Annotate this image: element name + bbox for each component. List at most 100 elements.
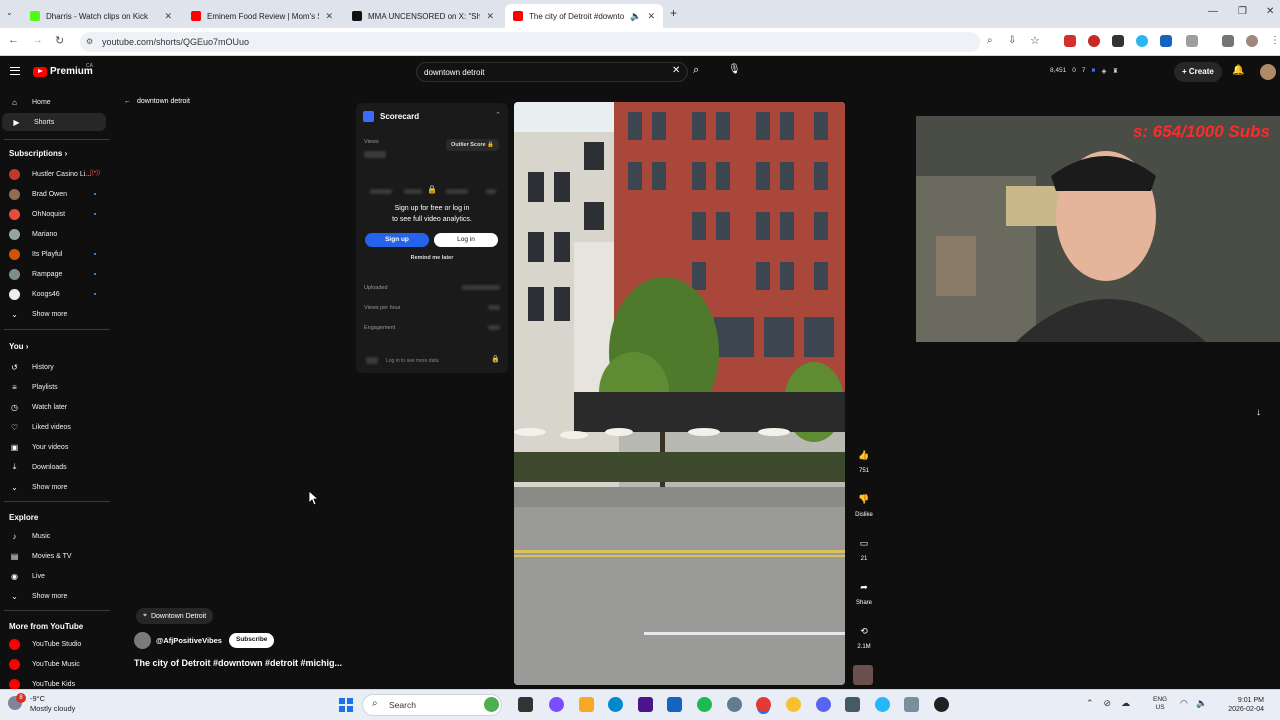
app-icon[interactable]	[667, 697, 682, 712]
extensions-puzzle-icon[interactable]	[1186, 35, 1198, 47]
minimize-button[interactable]: —	[1208, 6, 1218, 17]
remind-me-later-link[interactable]: Remind me later	[356, 255, 508, 261]
volume-icon[interactable]: 🔈	[1196, 698, 1207, 709]
sign-up-button[interactable]: Sign up	[365, 233, 429, 247]
zoom-icon[interactable]: ⌕	[987, 35, 993, 46]
extension-icon[interactable]	[1088, 35, 1100, 47]
extension-icon[interactable]	[1112, 35, 1124, 47]
new-tab-button[interactable]: +	[670, 6, 677, 20]
clear-search-icon[interactable]: ✕	[672, 65, 680, 76]
edge-browser-icon[interactable]	[608, 697, 623, 712]
sidebar-item-subscription[interactable]: Brad Owen	[0, 185, 106, 203]
youtube-premium-logo[interactable]: Premium CA	[33, 63, 93, 77]
next-video-arrow-icon[interactable]: ↓	[1256, 407, 1261, 418]
notifications-bell-icon[interactable]: 🔔	[1232, 65, 1244, 76]
clock[interactable]: 9:01 PM 2026-02-04	[1218, 696, 1264, 714]
tab-search-icon[interactable]: ⌄	[6, 8, 13, 17]
sidebar-item-youtube-music[interactable]: YouTube Music	[0, 655, 106, 673]
sidebar-item-subscription[interactable]: OhNoquist	[0, 205, 106, 223]
telegram-icon[interactable]	[875, 697, 890, 712]
channel-avatar[interactable]	[134, 632, 151, 649]
close-window-button[interactable]: ✕	[1266, 6, 1274, 17]
network-off-icon[interactable]: ⊘	[1104, 698, 1112, 709]
microphone-icon[interactable]: 🎙	[728, 64, 741, 75]
show-more-explore[interactable]: ⌄ Show more	[0, 587, 106, 605]
forward-button[interactable]: →	[32, 34, 43, 46]
calculator-icon[interactable]	[845, 697, 860, 712]
search-icon[interactable]: ⌕	[693, 64, 699, 77]
comments-button[interactable]: ▭ 21	[850, 534, 878, 562]
remix-button[interactable]: ⟲ 2.1M	[850, 622, 878, 650]
sidebar-item-home[interactable]: ⌂ Home	[0, 93, 106, 111]
outlier-score-badge[interactable]: Outlier Score 🔒	[446, 139, 499, 151]
back-to-search-link[interactable]: ← downtown detroit	[124, 98, 190, 105]
subscribe-button[interactable]: Subscribe	[229, 633, 275, 648]
profile-avatar-icon[interactable]	[1246, 35, 1258, 47]
tab-mute-icon[interactable]: 🔈	[630, 11, 641, 22]
taskbar-search-input[interactable]: Search	[362, 694, 502, 716]
address-bar[interactable]: youtube.com/shorts/QGEuo7mOUuo	[80, 32, 980, 52]
bookmark-star-icon[interactable]: ☆	[1030, 34, 1040, 47]
settings-gear-icon[interactable]	[727, 697, 742, 712]
sidebar-item-youtube-studio[interactable]: YouTube Studio	[0, 635, 106, 653]
sidebar-item-subscription[interactable]: Rampage	[0, 265, 106, 283]
sidebar-item-subscription[interactable]: Koogs46	[0, 285, 106, 303]
app-icon[interactable]	[638, 697, 653, 712]
language-indicator[interactable]: ENG US	[1153, 696, 1167, 712]
show-more-subscriptions[interactable]: ⌄ Show more	[0, 305, 106, 323]
sidebar-item-subscription[interactable]: Mariano	[0, 225, 106, 243]
sidebar-item-music[interactable]: ♪ Music	[0, 527, 106, 545]
onedrive-cloud-icon[interactable]: ☁	[1121, 698, 1130, 709]
tab-close-icon[interactable]: ✕	[325, 11, 333, 22]
sidebar-item-live[interactable]: ◉ Live	[0, 567, 106, 585]
tab-kick[interactable]: Dharris - Watch clips on Kick ✕	[22, 4, 180, 28]
sidebar-item-watch-later[interactable]: ◷ Watch later	[0, 398, 106, 416]
site-info-icon[interactable]: ⚙	[86, 37, 93, 46]
discord-icon[interactable]	[816, 697, 831, 712]
share-button[interactable]: ➦ Share	[850, 578, 878, 606]
extension-icon[interactable]: ■	[1092, 67, 1096, 75]
copilot-app-icon[interactable]	[549, 697, 564, 712]
chevron-up-icon[interactable]: ⌃	[495, 111, 501, 119]
tab-close-icon[interactable]: ✕	[164, 11, 172, 22]
tab-mma[interactable]: MMA UNCENSORED on X: "Sha ✕	[344, 4, 502, 28]
subscriptions-header[interactable]: Subscriptions ›	[9, 149, 67, 158]
install-icon[interactable]: ⇩	[1008, 35, 1016, 46]
log-in-button[interactable]: Log in	[434, 233, 498, 247]
reading-list-icon[interactable]	[1222, 35, 1234, 47]
sound-thumbnail[interactable]	[853, 665, 873, 685]
snipping-tool-icon[interactable]	[904, 697, 919, 712]
sidebar-item-liked-videos[interactable]: ♡ Liked videos	[0, 418, 106, 436]
obs-icon[interactable]	[934, 697, 949, 712]
account-avatar[interactable]	[1260, 64, 1276, 80]
tab-close-icon[interactable]: ✕	[486, 11, 494, 22]
tab-detroit[interactable]: The city of Detroit #downto 🔈 ✕	[505, 4, 663, 28]
sidebar-item-history[interactable]: ↺ History	[0, 358, 106, 376]
back-button[interactable]: ←	[8, 34, 19, 46]
extension-icon[interactable]: ♜	[1112, 67, 1118, 75]
app-icon[interactable]	[786, 697, 801, 712]
create-button[interactable]: + Create	[1174, 62, 1222, 82]
maximize-button[interactable]: ❐	[1238, 6, 1247, 17]
sidebar-item-subscription[interactable]: Its Playful	[0, 245, 106, 263]
windows-start-icon[interactable]	[339, 698, 353, 712]
sidebar-item-subscription[interactable]: Hustler Casino Li... ((•))	[0, 165, 106, 183]
shorts-video-player[interactable]	[514, 102, 845, 685]
search-input[interactable]: downtown detroit	[416, 62, 688, 82]
tab-eminem[interactable]: Eminem Food Review | Mom's S ✕	[183, 4, 341, 28]
file-explorer-icon[interactable]	[579, 697, 594, 712]
sidebar-item-your-videos[interactable]: ▣ Your videos	[0, 438, 106, 456]
copilot-icon[interactable]	[484, 697, 499, 712]
tab-close-icon[interactable]: ✕	[647, 11, 655, 22]
show-more-you[interactable]: ⌄ Show more	[0, 478, 106, 496]
weather-widget[interactable]: -9°C Mostly cloudy	[30, 694, 75, 714]
spotify-icon[interactable]	[697, 697, 712, 712]
browser-menu-icon[interactable]: ⋮	[1270, 35, 1280, 46]
video-title[interactable]: The city of Detroit #downtown #detroit #…	[134, 658, 342, 668]
sidebar-item-playlists[interactable]: ≡ Playlists	[0, 378, 106, 396]
chevron-up-icon[interactable]: ⌃	[1086, 698, 1094, 709]
task-view-icon[interactable]	[518, 697, 533, 712]
sidebar-item-downloads[interactable]: ⤓ Downloads	[0, 458, 106, 476]
channel-name[interactable]: @AfjPositiveVibes	[156, 636, 222, 645]
sidebar-item-movies-tv[interactable]: ▤ Movies & TV	[0, 547, 106, 565]
